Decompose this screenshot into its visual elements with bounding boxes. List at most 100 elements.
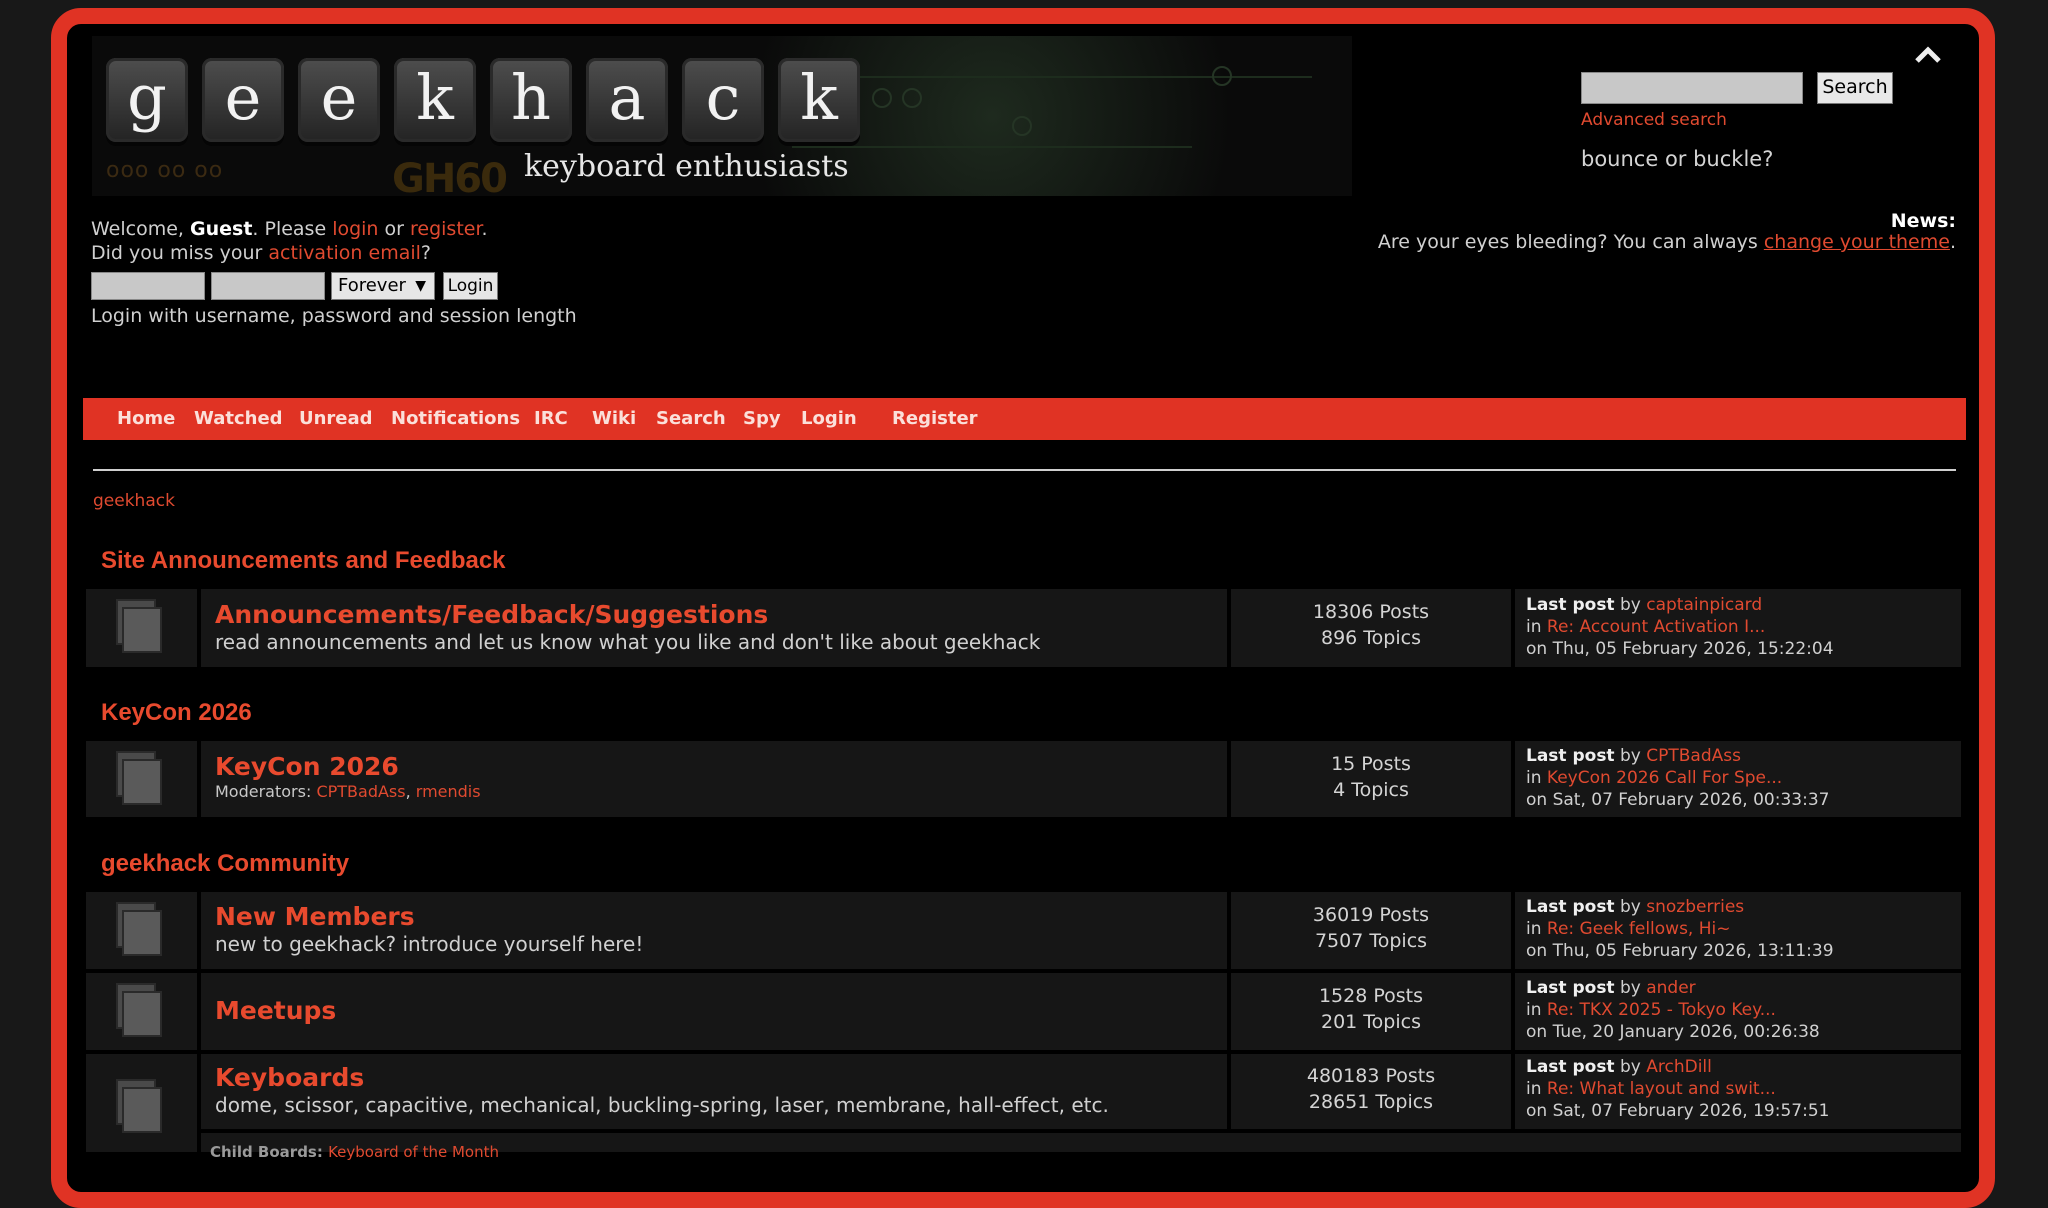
- board-stats: 15 Posts 4 Topics: [1231, 751, 1511, 803]
- last-post-author[interactable]: captainpicard: [1646, 595, 1762, 615]
- board-description: dome, scissor, capacitive, mechanical, b…: [215, 1093, 1109, 1117]
- welcome-panel: Welcome, Guest. Please login or register…: [91, 217, 488, 265]
- last-post: Last post by ArchDill in Re: What layout…: [1526, 1056, 1829, 1122]
- in-label: in: [1526, 768, 1547, 788]
- register-link[interactable]: register: [410, 218, 482, 240]
- menu-item-spy[interactable]: Spy: [743, 408, 781, 429]
- board-info-cell: [201, 973, 1227, 1050]
- gh60-mark: GH60: [392, 156, 508, 196]
- last-post-label: Last post: [1526, 978, 1615, 998]
- moderators-label: Moderators:: [215, 782, 317, 801]
- last-post: Last post by snozberries in Re: Geek fel…: [1526, 896, 1834, 962]
- last-post-topic[interactable]: KeyCon 2026 Call For Spe...: [1547, 768, 1782, 788]
- last-post-author[interactable]: CPTBadAss: [1646, 746, 1741, 766]
- username-input[interactable]: [91, 272, 205, 300]
- login-button[interactable]: Login: [443, 272, 498, 300]
- board-name[interactable]: Meetups: [215, 996, 336, 1025]
- in-label: in: [1526, 617, 1547, 637]
- board-icon-cell: [86, 589, 197, 667]
- logo-key: c: [682, 58, 764, 142]
- board-name[interactable]: Announcements/Feedback/Suggestions: [215, 600, 768, 629]
- last-post-date: on Thu, 05 February 2026, 13:11:39: [1526, 941, 1834, 961]
- activation-email-link[interactable]: activation email: [268, 242, 421, 264]
- last-post-topic[interactable]: Re: TKX 2025 - Tokyo Key...: [1547, 1000, 1776, 1020]
- circuit-pad: [902, 88, 922, 108]
- chevron-up-icon[interactable]: [1914, 44, 1942, 70]
- welcome-text: .: [481, 218, 488, 240]
- menu-item-wiki[interactable]: Wiki: [592, 408, 636, 429]
- logo-key: e: [202, 58, 284, 142]
- board-stats: 480183 Posts 28651 Topics: [1231, 1063, 1511, 1115]
- last-post-label: Last post: [1526, 897, 1615, 917]
- post-count: 18306 Posts: [1312, 601, 1430, 623]
- login-hint: Login with username, password and sessio…: [91, 305, 577, 327]
- board-status-icon: [116, 751, 162, 805]
- logo-tagline: keyboard enthusiasts: [524, 149, 849, 184]
- menu-item-login[interactable]: Login: [801, 408, 857, 429]
- news-title: News:: [1890, 210, 1956, 232]
- board-name[interactable]: KeyCon 2026: [215, 752, 399, 781]
- forum-banner[interactable]: ooo oo oo GH60 g e e k h a c k keyboard …: [92, 36, 1352, 196]
- welcome-text: Welcome,: [91, 218, 190, 240]
- menu-item-search[interactable]: Search: [656, 408, 726, 429]
- last-post-topic[interactable]: Re: What layout and swit...: [1547, 1079, 1776, 1099]
- last-post-topic[interactable]: Re: Account Activation I...: [1547, 617, 1765, 637]
- topic-count: 896 Topics: [1321, 627, 1421, 649]
- menu-item-register[interactable]: Register: [892, 408, 978, 429]
- moderator-link[interactable]: rmendis: [416, 782, 481, 801]
- post-count: 36019 Posts: [1312, 904, 1430, 926]
- in-label: in: [1526, 1000, 1547, 1020]
- logo-key: k: [778, 58, 860, 142]
- board-name[interactable]: New Members: [215, 902, 415, 931]
- child-boards: Child Boards: Keyboard of the Month: [210, 1143, 499, 1161]
- category-title[interactable]: Site Announcements and Feedback: [101, 547, 506, 575]
- last-post-topic[interactable]: Re: Geek fellows, Hi~: [1547, 919, 1731, 939]
- change-theme-link[interactable]: change your theme: [1764, 231, 1950, 253]
- news-text: .: [1949, 231, 1956, 253]
- menu-item-irc[interactable]: IRC: [534, 408, 568, 429]
- board-icon-cell: [86, 892, 197, 969]
- last-post-author[interactable]: ArchDill: [1646, 1057, 1712, 1077]
- last-post-label: Last post: [1526, 595, 1615, 615]
- topic-count: 7507 Topics: [1314, 930, 1428, 952]
- child-board-link[interactable]: Keyboard of the Month: [328, 1143, 499, 1161]
- session-length-value: Forever: [338, 275, 406, 296]
- circuit-trace: [792, 146, 1192, 148]
- password-input[interactable]: [211, 272, 325, 300]
- search-button[interactable]: Search: [1817, 72, 1893, 104]
- board-stats: 1528 Posts 201 Topics: [1231, 983, 1511, 1035]
- last-post-author[interactable]: snozberries: [1646, 897, 1744, 917]
- welcome-text: or: [378, 218, 410, 240]
- last-post-date: on Sat, 07 February 2026, 00:33:37: [1526, 790, 1830, 810]
- logo-key: h: [490, 58, 572, 142]
- advanced-search-link[interactable]: Advanced search: [1581, 110, 1727, 130]
- welcome-text: ?: [420, 242, 431, 264]
- random-tagline: bounce or buckle?: [1581, 147, 1774, 171]
- last-post: Last post by ander in Re: TKX 2025 - Tok…: [1526, 977, 1820, 1043]
- last-post: Last post by CPTBadAss in KeyCon 2026 Ca…: [1526, 745, 1829, 811]
- login-link[interactable]: login: [332, 218, 378, 240]
- logo-key: k: [394, 58, 476, 142]
- post-count: 480183 Posts: [1306, 1065, 1436, 1087]
- session-length-select[interactable]: Forever ▼: [331, 272, 435, 300]
- menu-item-unread[interactable]: Unread: [299, 408, 373, 429]
- last-post-date: on Tue, 20 January 2026, 00:26:38: [1526, 1022, 1820, 1042]
- board-icon-cell: [86, 973, 197, 1050]
- breadcrumb[interactable]: geekhack: [93, 491, 175, 511]
- topic-count: 28651 Topics: [1308, 1091, 1434, 1113]
- menu-item-home[interactable]: Home: [117, 408, 175, 429]
- logo-rings: ooo oo oo: [106, 158, 224, 183]
- welcome-text: Did you miss your: [91, 242, 269, 264]
- last-post-author[interactable]: ander: [1646, 978, 1695, 998]
- menu-item-notifications[interactable]: Notifications: [391, 408, 520, 429]
- category-title[interactable]: KeyCon 2026: [101, 699, 252, 727]
- category-title[interactable]: geekhack Community: [101, 850, 349, 878]
- search-input[interactable]: [1581, 72, 1803, 104]
- moderator-link[interactable]: CPTBadAss: [316, 782, 405, 801]
- last-post: Last post by captainpicard in Re: Accoun…: [1526, 594, 1834, 660]
- board-name[interactable]: Keyboards: [215, 1063, 364, 1092]
- last-post-date: on Sat, 07 February 2026, 19:57:51: [1526, 1101, 1830, 1121]
- menu-item-watched[interactable]: Watched: [194, 408, 283, 429]
- by-label: by: [1614, 595, 1647, 615]
- child-boards-label: Child Boards:: [210, 1143, 329, 1161]
